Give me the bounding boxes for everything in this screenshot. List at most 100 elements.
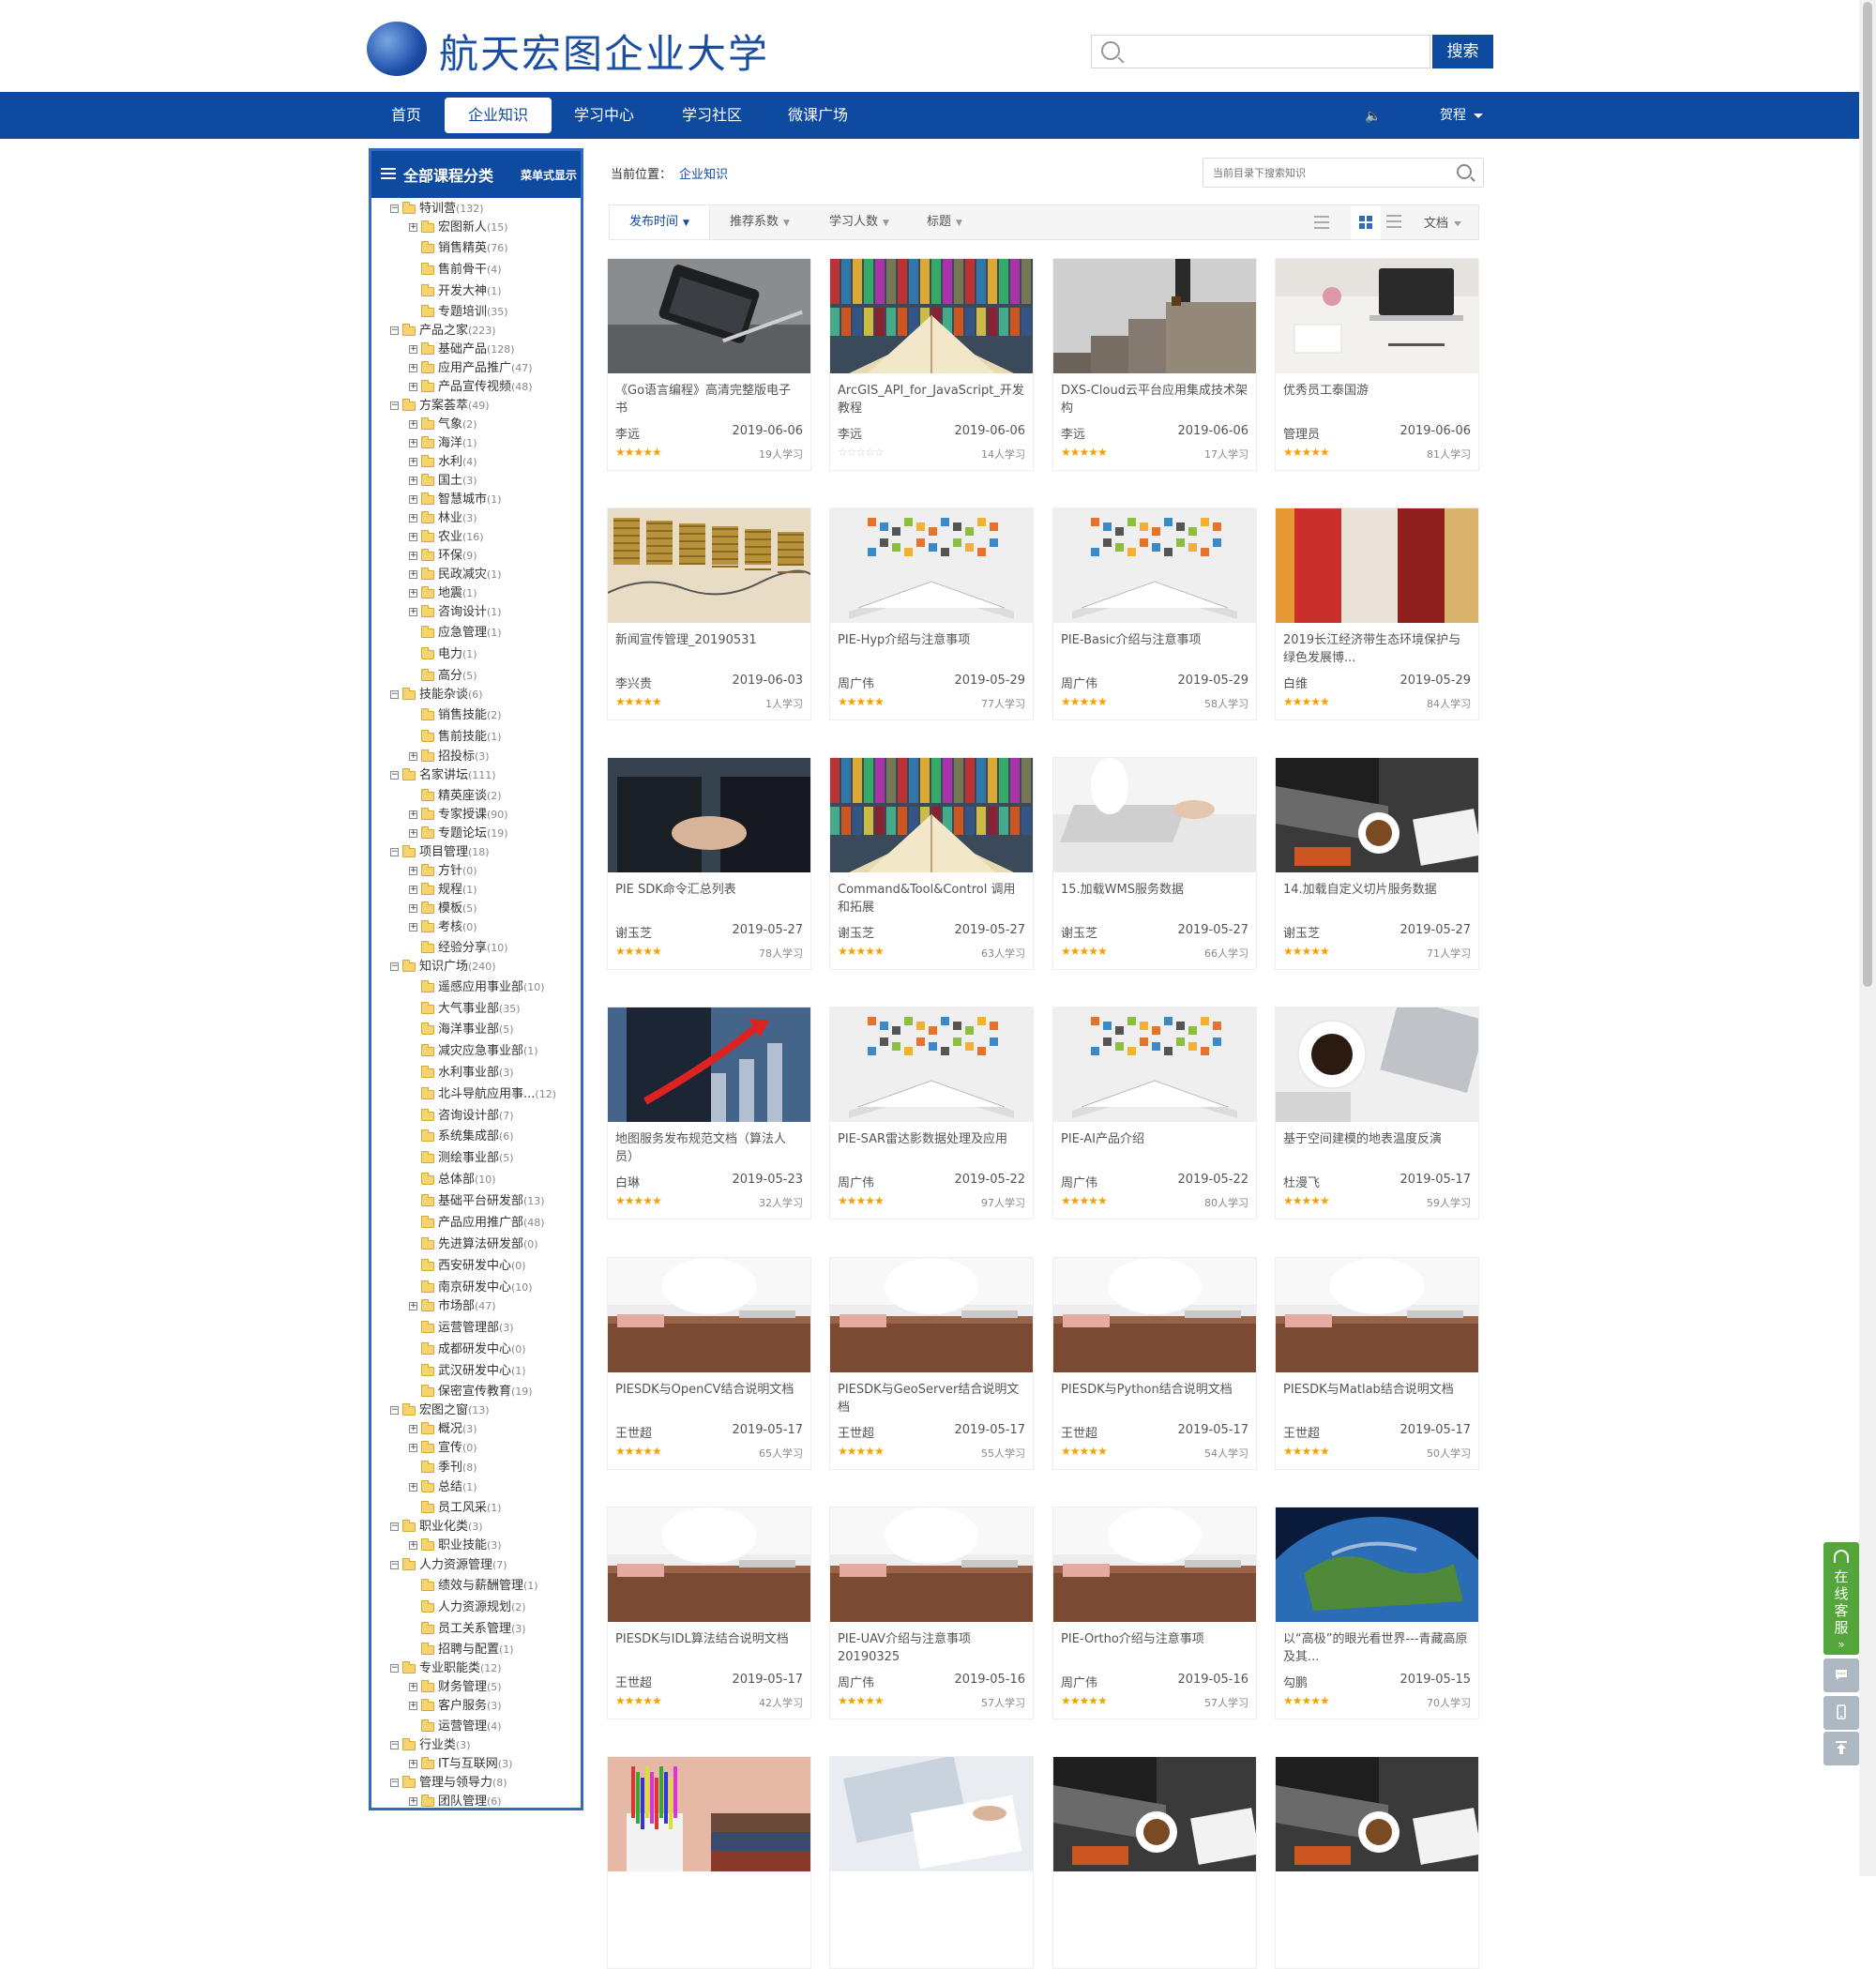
card-thumbnail[interactable] [830,758,1033,872]
card-thumbnail[interactable] [1236,1507,1518,1798]
tree-node[interactable]: 测绘事业部(5) [409,1149,514,1168]
card-title[interactable]: 新闻宣传管理_20190531 [615,631,803,667]
tree-node[interactable]: − 专业职能类(12) [390,1659,502,1678]
tree-node[interactable]: 招聘与配置(1) [409,1641,514,1659]
tree-node[interactable]: + 招投标(3) [409,748,490,766]
breadcrumb-link[interactable]: 企业知识 [679,164,728,182]
knowledge-card[interactable] [1052,1756,1260,1969]
expand-icon[interactable]: + [409,364,417,372]
nav-enterprise-knowledge[interactable]: 企业知识 [445,98,552,133]
nav-micro-course[interactable]: 微课广场 [781,92,855,139]
tree-node[interactable]: + 海洋(1) [409,434,477,453]
tree-node[interactable]: + 气象(2) [409,416,477,434]
tree-node[interactable]: 大气事业部(35) [409,1000,521,1019]
knowledge-card[interactable]: 以“高极”的眼光看世界---青藏高原及其... 勾鹏 2019-05-15 ★★★★★… [1236,1507,1518,1798]
knowledge-card[interactable]: PIE-Hyp介绍与注意事项 周广伟 2019-05-29 ★★★★★ 77人学习 [829,507,1034,720]
tree-node[interactable]: 北斗导航应用事...(12) [409,1085,556,1104]
sort-publish-time[interactable]: 发布时间 ▼ [610,205,710,239]
tree-node[interactable]: + 专家授课(90) [409,806,508,825]
expand-icon[interactable]: + [409,345,417,354]
tree-node[interactable]: 售前技能(1) [409,728,502,747]
expand-icon[interactable]: + [409,1683,417,1691]
knowledge-card[interactable]: 14.加载自定义切片服务数据 谢玉芝 2019-05-27 ★★★★★ 71人学习 [1275,757,1482,970]
collapse-icon[interactable]: − [390,1522,399,1531]
tree-node[interactable]: + 财务管理(5) [409,1678,502,1697]
knowledge-card[interactable]: PIESDK与Python结合说明文档 王世超 2019-05-17 ★★★★★ 54人… [1052,1257,1257,1470]
tree-node[interactable]: − 职业化类(3) [390,1518,483,1537]
collapse-icon[interactable]: − [390,1741,399,1749]
sort-recommend[interactable]: 推荐系数 ▼ [713,205,807,239]
tree-node[interactable]: − 行业类(3) [390,1736,471,1755]
tree-node[interactable]: 电力(1) [409,645,477,664]
card-thumbnail[interactable] [1053,1757,1260,1871]
tree-node[interactable]: + IT与互联网(3) [409,1755,512,1774]
sort-learners[interactable]: 学习人数 ▼ [812,205,906,239]
card-title[interactable]: Command&Tool&Control 调用和拓展 [838,881,1025,916]
knowledge-card[interactable]: 基于空间建模的地表温度反演 杜漫飞 2019-05-17 ★★★★★ 59人学习 [1275,996,1487,1219]
view-list-icon[interactable] [1314,216,1329,229]
tree-node[interactable]: 基础平台研发部(13) [409,1192,545,1211]
tree-node[interactable]: + 环保(9) [409,547,477,566]
chat-button[interactable] [1823,1659,1859,1692]
card-title[interactable] [838,1880,1025,1916]
card-title[interactable]: 地图服务发布规范文档（算法人员） [615,1130,803,1166]
knowledge-card[interactable] [1275,1756,1482,1969]
online-service-button[interactable]: 在线客服 » [1823,1542,1859,1655]
tree-node[interactable]: 南京研发中心(10) [409,1279,533,1297]
tree-node[interactable]: + 林业(3) [409,509,477,528]
tree-node[interactable]: + 基础产品(128) [409,341,515,359]
tree-node[interactable]: + 产品宣传视频(48) [409,378,533,397]
expand-icon[interactable]: + [409,495,417,504]
expand-icon[interactable]: + [409,1444,417,1452]
tree-node[interactable]: 成都研发中心(0) [409,1340,526,1359]
knowledge-card[interactable]: PIESDK与OpenCV结合说明文档 王世超 2019-05-17 ★★★★★ 65人… [607,1257,811,1470]
tree-node[interactable]: + 地震(1) [409,584,477,603]
tree-node[interactable]: 售前骨干(4) [409,261,502,280]
card-thumbnail[interactable] [830,508,1033,623]
expand-icon[interactable]: + [409,1483,417,1492]
knowledge-card[interactable]: PIE-Ortho介绍与注意事项 周广伟 2019-05-16 ★★★★★ 57人学习 [1052,1507,1257,1719]
expand-icon[interactable]: + [409,420,417,429]
tree-node[interactable]: + 市场部(47) [409,1297,496,1316]
tree-node[interactable]: 产品应用推广部(48) [409,1214,545,1233]
expand-icon[interactable]: + [409,1797,417,1806]
card-thumbnail[interactable] [1276,1757,1482,1871]
knowledge-card[interactable]: DXS-Cloud云平台应用集成技术架构 李远 2019-06-06 ★★★★★ 17人… [1052,258,1257,471]
tree-node[interactable]: − 名家讲坛(111) [390,766,496,785]
knowledge-card[interactable]: PIESDK与Matlab结合说明文档 王世超 2019-05-17 ★★★★★ 50人… [1275,1257,1479,1470]
search-button[interactable]: 搜索 [1432,35,1493,68]
tree-node[interactable]: 先进算法研发部(0) [409,1235,538,1254]
card-title[interactable]: PIE-Basic介绍与注意事项 [1061,631,1248,667]
card-thumbnail[interactable] [1276,259,1478,373]
tree-node[interactable]: 遥感应用事业部(10) [409,978,545,997]
expand-icon[interactable]: + [409,1760,417,1768]
tree-node[interactable]: 减灾应急事业部(1) [409,1042,538,1061]
card-thumbnail[interactable] [608,1258,810,1372]
tree-node[interactable]: 销售精英(76) [409,239,508,258]
mobile-button[interactable] [1823,1696,1859,1730]
card-title[interactable]: ArcGIS_API_for_JavaScript_开发教程 [838,382,1025,417]
knowledge-card[interactable]: PIE-Basic介绍与注意事项 周广伟 2019-05-29 ★★★★★ 58人学习 [1052,507,1257,720]
tree-node[interactable]: − 方案荟萃(49) [390,397,490,416]
collapse-icon[interactable]: − [390,1664,399,1673]
card-title[interactable]: 优秀员工泰国游 [1283,382,1471,417]
expand-icon[interactable]: + [409,904,417,913]
card-title[interactable]: PIE-SAR雷达影数据处理及应用 [838,1130,1025,1166]
collapse-icon[interactable]: − [390,204,399,213]
expand-icon[interactable]: + [409,533,417,541]
expand-icon[interactable]: + [409,867,417,875]
expand-icon[interactable]: + [409,514,417,523]
expand-icon[interactable]: + [409,458,417,466]
knowledge-card[interactable]: 15.加载WMS服务数据 谢玉芝 2019-05-27 ★★★★★ 66人学习 [1052,757,1257,970]
tree-node[interactable]: 高分(5) [409,667,477,686]
tree-node[interactable]: + 应用产品推广(47) [409,359,533,378]
tree-node[interactable]: − 知识广场(240) [390,958,496,977]
tree-node[interactable]: 运营管理部(3) [409,1319,514,1338]
card-title[interactable]: 15.加载WMS服务数据 [1061,881,1248,916]
tree-node[interactable]: − 项目管理(18) [390,843,490,862]
nav-learning-community[interactable]: 学习社区 [675,92,749,139]
tree-node[interactable]: − 产品之家(223) [390,322,496,341]
collapse-icon[interactable]: − [390,690,399,699]
card-thumbnail[interactable] [1053,1007,1256,1122]
card-thumbnail[interactable] [1276,1258,1478,1372]
